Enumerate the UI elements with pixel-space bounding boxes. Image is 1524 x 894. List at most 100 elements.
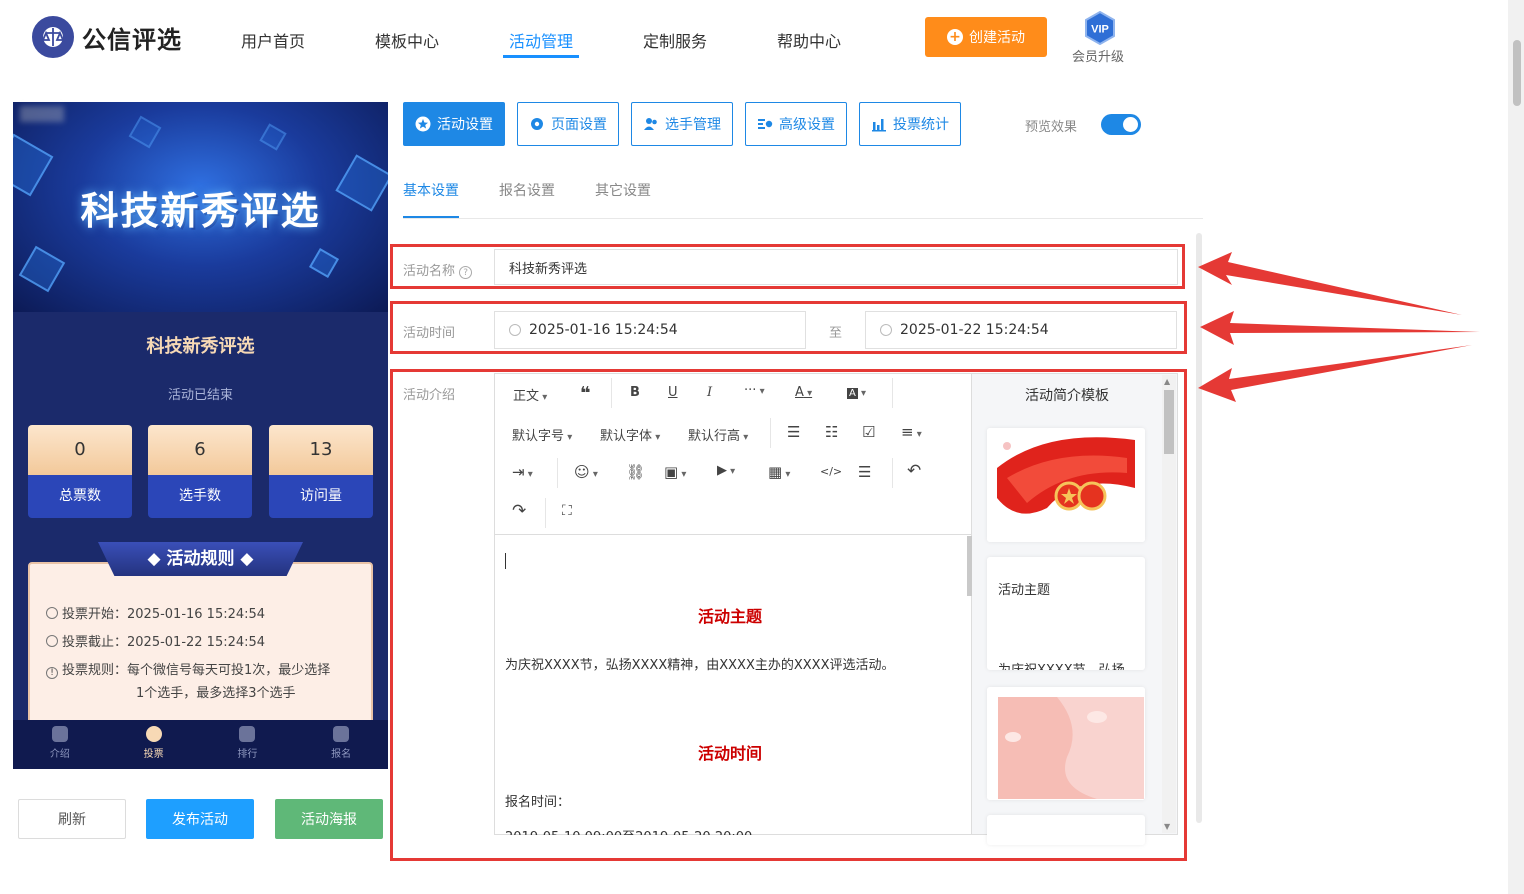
tab-activity-settings[interactable]: 活动设置 bbox=[403, 102, 505, 146]
preview-toggle[interactable] bbox=[1101, 114, 1141, 135]
template-card-partial[interactable] bbox=[987, 815, 1145, 845]
plus-icon: + bbox=[947, 29, 963, 45]
template-card-pink[interactable] bbox=[987, 687, 1145, 800]
activity-intro-label: 活动介绍 bbox=[403, 388, 456, 403]
preview-activity-title: 科技新秀评选 bbox=[146, 336, 255, 357]
undo-icon[interactable]: ↶ bbox=[907, 461, 921, 481]
quote-icon[interactable]: ❝ bbox=[580, 383, 591, 404]
italic-icon[interactable]: I bbox=[707, 385, 712, 400]
checklist-icon[interactable]: ☑ bbox=[862, 423, 875, 441]
editor-content-area[interactable]: 活动主题 为庆祝XXXX节，弘扬XXXX精神，由XXXX主办的XXXX评选活动。… bbox=[494, 534, 972, 835]
poster-button[interactable]: 活动海报 bbox=[275, 799, 383, 839]
stat-label: 总票数 bbox=[28, 475, 132, 518]
line-height-select[interactable]: 默认行高 bbox=[688, 425, 748, 444]
preview-banner: 科技新秀评选 bbox=[13, 102, 388, 312]
image-icon[interactable]: ▣ bbox=[664, 463, 686, 481]
tab-advanced-settings[interactable]: 高级设置 bbox=[745, 102, 847, 146]
divider-icon[interactable]: ☰ bbox=[858, 463, 871, 481]
preview-tab-vote[interactable]: 投票 bbox=[107, 720, 201, 769]
table-icon[interactable]: ▦ bbox=[768, 463, 790, 481]
template-scrollbar-thumb[interactable] bbox=[1164, 390, 1174, 454]
scroll-up-icon[interactable]: ▲ bbox=[1164, 377, 1170, 386]
link-icon[interactable]: ⛓ bbox=[626, 463, 645, 481]
indent-icon[interactable]: ⇥ bbox=[512, 463, 533, 481]
template-thumbnail bbox=[987, 428, 1145, 542]
brand-logo[interactable] bbox=[32, 16, 74, 58]
nav-activity-management[interactable]: 活动管理 bbox=[509, 28, 573, 52]
activity-name-label: 活动名称 ? bbox=[403, 260, 473, 279]
background-color-icon[interactable]: A bbox=[847, 385, 866, 400]
nav-home[interactable]: 用户首页 bbox=[241, 28, 305, 52]
bullet-list-icon[interactable]: ☰ bbox=[787, 423, 800, 441]
content-heading-time: 活动时间 bbox=[697, 744, 762, 763]
preview-tab-signup[interactable]: 报名 bbox=[294, 720, 388, 769]
underline-icon[interactable]: U bbox=[668, 385, 678, 400]
publish-button[interactable]: 发布活动 bbox=[146, 799, 254, 839]
template-thumbnail bbox=[987, 687, 1145, 800]
bold-icon[interactable]: B bbox=[630, 385, 640, 400]
arrow-to-intro bbox=[1198, 345, 1472, 402]
start-time-input[interactable]: 2025-01-16 15:24:54 bbox=[494, 311, 806, 349]
preview-toggle-label: 预览效果 bbox=[1025, 120, 1078, 135]
video-icon[interactable]: ▶ bbox=[717, 463, 735, 478]
template-panel-title: 活动简介模板 bbox=[1025, 388, 1109, 404]
create-activity-button[interactable]: + 创建活动 bbox=[925, 17, 1047, 57]
rule-start: 投票开始：2025-01-16 15:24:54 bbox=[46, 603, 265, 626]
scroll-down-icon[interactable]: ▼ bbox=[1164, 822, 1170, 831]
subtab-other[interactable]: 其它设置 bbox=[595, 180, 651, 200]
end-time-input[interactable]: 2025-01-22 15:24:54 bbox=[865, 311, 1177, 349]
tab-contestant-management[interactable]: 选手管理 bbox=[631, 102, 733, 146]
preview-tabbar: 介绍 投票 排行 报名 bbox=[13, 720, 388, 769]
activity-name-input[interactable]: 科技新秀评选 bbox=[494, 249, 1178, 285]
text-cursor bbox=[505, 553, 506, 569]
font-family-select[interactable]: 默认字体 bbox=[600, 425, 660, 444]
template-card-festive[interactable] bbox=[987, 428, 1145, 542]
mobile-preview: 科技新秀评选 科技新秀评选 活动已结束 0 总票数 6 选手数 13 访问量 ◆… bbox=[13, 102, 388, 769]
align-icon[interactable]: ≡ bbox=[901, 423, 922, 441]
paragraph-format-select[interactable]: 正文 bbox=[513, 385, 547, 404]
nav-templates[interactable]: 模板中心 bbox=[375, 28, 439, 52]
preview-activity-status: 活动已结束 bbox=[167, 388, 233, 403]
subtab-signup[interactable]: 报名设置 bbox=[499, 180, 555, 200]
template-card-title: 活动主题 bbox=[998, 583, 1051, 598]
font-color-icon[interactable]: A bbox=[795, 385, 812, 400]
nav-custom-service[interactable]: 定制服务 bbox=[643, 28, 707, 52]
page-scrollbar-thumb[interactable] bbox=[1513, 40, 1521, 106]
tab-vote-statistics[interactable]: 投票统计 bbox=[859, 102, 961, 146]
preview-tab-ranking[interactable]: 排行 bbox=[201, 720, 295, 769]
medal-icon bbox=[239, 726, 256, 742]
vote-icon bbox=[145, 726, 162, 742]
subtab-divider bbox=[403, 218, 1203, 219]
template-card-text[interactable]: 活动主题 为庆祝XXXX节，弘扬 bbox=[987, 557, 1145, 670]
clock-icon bbox=[46, 607, 58, 619]
nav-help[interactable]: 帮助中心 bbox=[777, 28, 841, 52]
clock-icon bbox=[880, 324, 892, 336]
code-icon[interactable]: </> bbox=[820, 465, 842, 478]
vip-upgrade-label[interactable]: 会员升级 bbox=[1072, 46, 1124, 65]
annotation-arrows bbox=[1198, 252, 1480, 402]
stat-visits: 13 访问量 bbox=[269, 425, 373, 518]
preview-tab-intro[interactable]: 介绍 bbox=[13, 720, 107, 769]
numbered-list-icon[interactable]: ☷ bbox=[825, 423, 838, 441]
arrow-to-time bbox=[1200, 311, 1480, 345]
rule-detail: ! 投票规则：每个微信号每天可投1次，最少选择 bbox=[46, 659, 330, 682]
redo-icon[interactable]: ↷ bbox=[512, 501, 526, 521]
more-icon[interactable]: ··· bbox=[744, 383, 765, 398]
gear-icon bbox=[531, 118, 543, 130]
page-scrollbar[interactable] bbox=[1508, 0, 1524, 894]
rule-detail-cont: 1个选手，最多选择3个选手 bbox=[136, 686, 296, 701]
time-separator: 至 bbox=[829, 326, 843, 341]
vip-icon[interactable]: VIP bbox=[1083, 10, 1117, 46]
emoji-icon[interactable]: ☺ bbox=[574, 463, 598, 481]
stat-contestants: 6 选手数 bbox=[148, 425, 252, 518]
create-activity-label: 创建活动 bbox=[969, 30, 1025, 46]
tab-page-settings[interactable]: 页面设置 bbox=[517, 102, 619, 146]
subtab-basic[interactable]: 基本设置 bbox=[403, 180, 459, 200]
stat-label: 选手数 bbox=[148, 475, 252, 518]
font-size-select[interactable]: 默认字号 bbox=[512, 425, 572, 444]
refresh-button[interactable]: 刷新 bbox=[18, 799, 126, 839]
fullscreen-icon[interactable]: ⛶ bbox=[562, 503, 572, 519]
stat-value: 6 bbox=[148, 425, 252, 475]
vip-badge-text: VIP bbox=[1091, 24, 1109, 36]
subtab-active-indicator bbox=[403, 216, 459, 218]
